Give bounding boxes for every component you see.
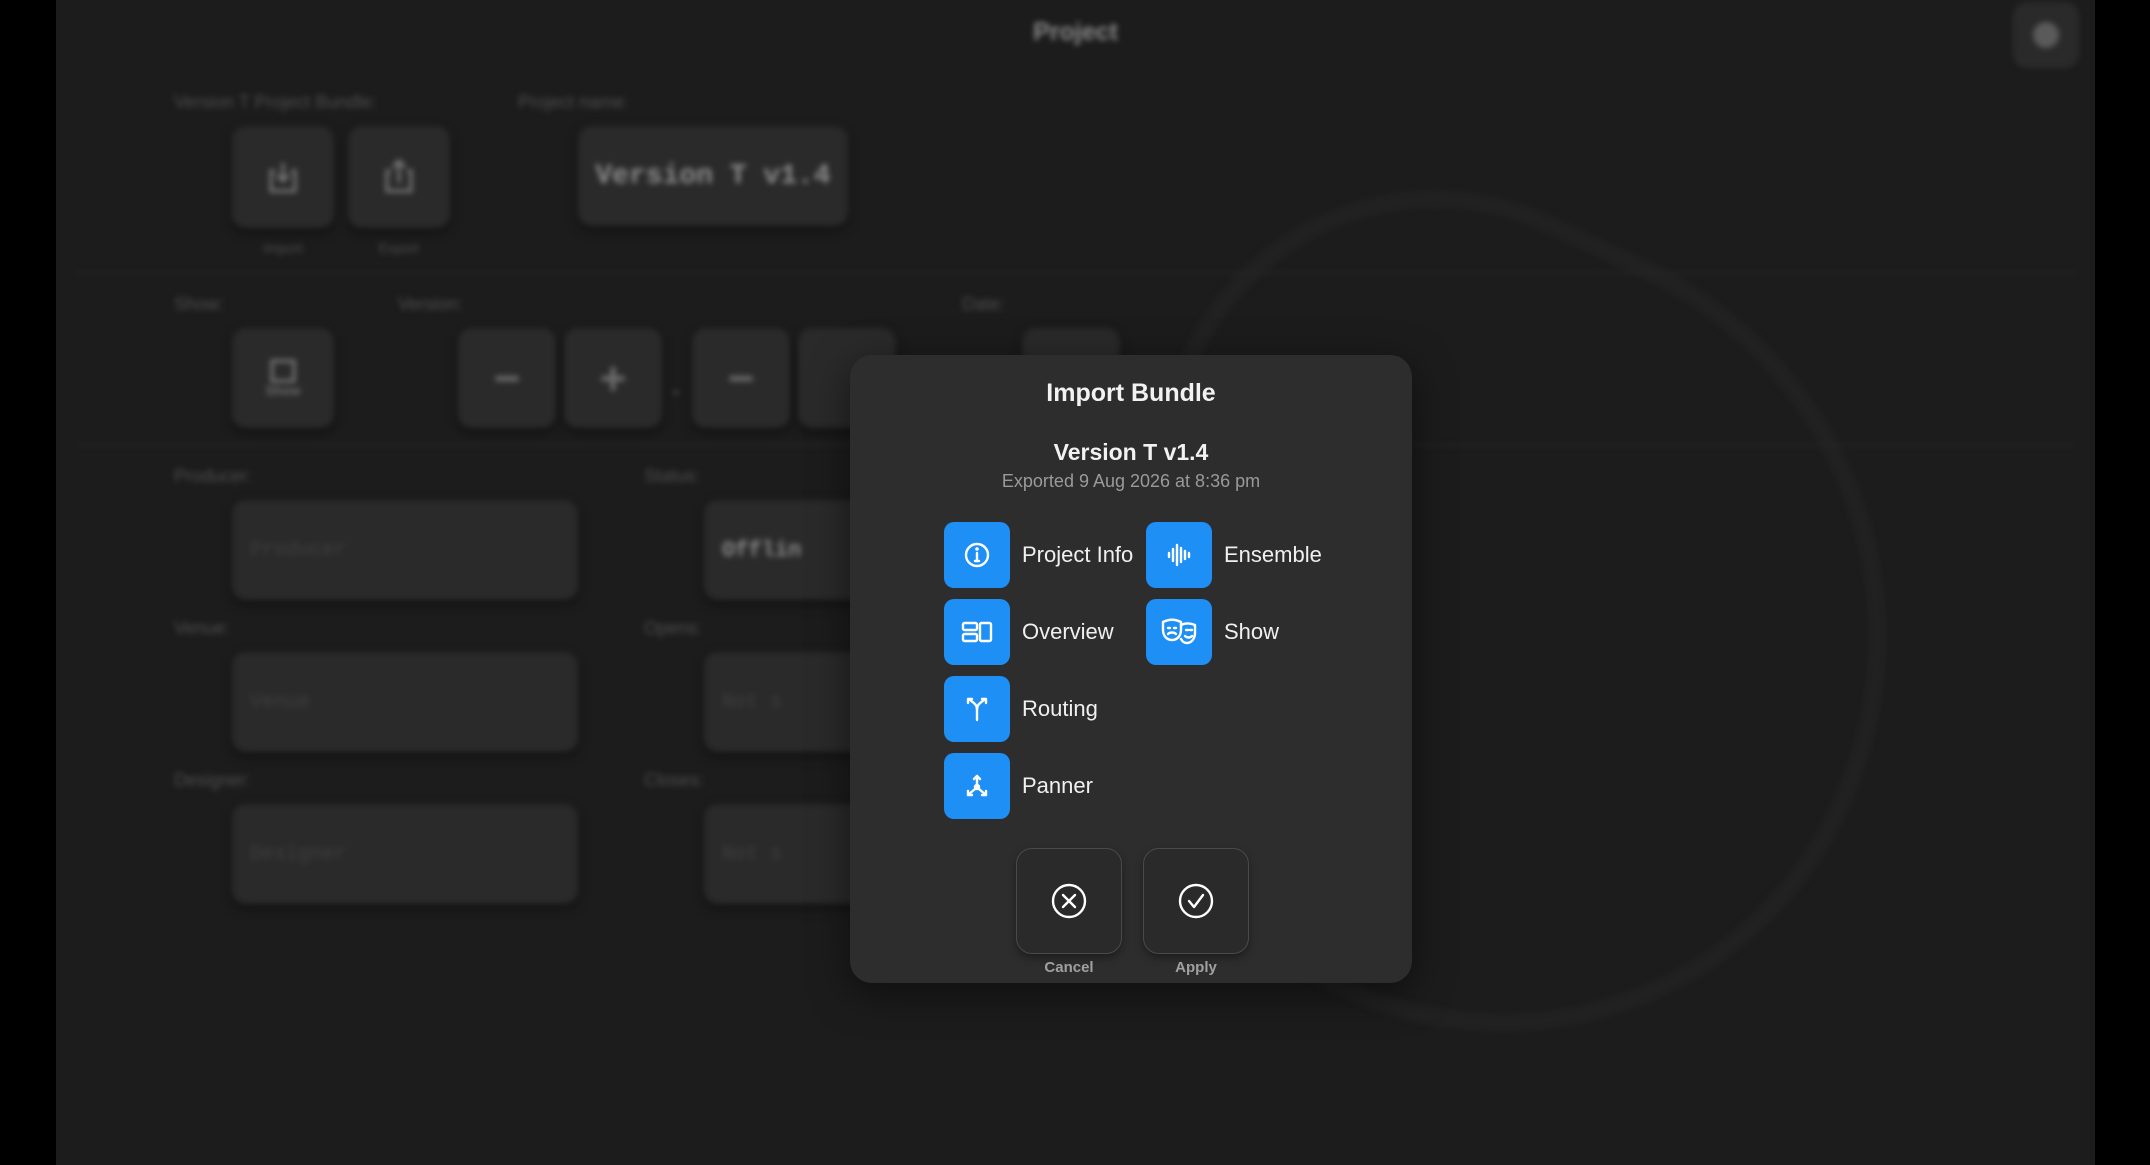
option-show[interactable]: Show: [1146, 599, 1279, 665]
version-separator: .: [672, 368, 681, 401]
app-window: Project Version T Project Bundle: Import…: [56, 0, 2095, 1165]
export-label: Export: [378, 240, 420, 256]
version-major-minus-button[interactable]: −: [458, 328, 556, 428]
status-label: Status:: [644, 466, 701, 486]
status-value: Offlin: [722, 537, 802, 563]
option-label: Ensemble: [1224, 542, 1322, 567]
venue-placeholder: Venue: [250, 690, 311, 714]
project-name-label: Project name:: [518, 92, 630, 112]
version-minor-minus-button[interactable]: −: [692, 328, 790, 428]
dialog-title: Import Bundle: [1046, 379, 1216, 407]
routing-icon: [944, 676, 1010, 742]
version-major-plus-button[interactable]: +: [564, 328, 662, 428]
import-bundle-button[interactable]: [232, 126, 334, 228]
export-bundle-button[interactable]: [348, 126, 450, 228]
version-label: Version:: [398, 294, 464, 314]
waveform-icon: [1146, 522, 1212, 588]
import-label: Import: [263, 240, 303, 256]
theater-masks-icon: [1146, 599, 1212, 665]
settings-button[interactable]: [2013, 2, 2079, 68]
import-bundle-dialog: Import Bundle Version T v1.4 Exported 9 …: [850, 355, 1412, 983]
apply-button[interactable]: [1143, 848, 1249, 954]
option-label: Panner: [1022, 773, 1093, 798]
show-button[interactable]: Show: [232, 328, 334, 428]
option-project-info[interactable]: Project Info: [944, 522, 1133, 588]
import-icon: [269, 163, 297, 193]
producer-placeholder: Producer: [250, 538, 347, 562]
date-label: Date:: [962, 294, 1006, 314]
option-label: Show: [1224, 619, 1280, 644]
show-label: Show:: [174, 294, 225, 314]
minus-icon: −: [727, 352, 755, 404]
option-label: Project Info: [1022, 542, 1134, 567]
venue-field[interactable]: Venue: [232, 652, 578, 752]
show-button-label: Show: [265, 382, 301, 398]
cancel-icon: [1051, 883, 1087, 919]
designer-label: Designer:: [174, 770, 252, 790]
apply-label: Apply: [1175, 959, 1217, 976]
option-label: Overview: [1022, 619, 1114, 644]
bundle-name: Version T v1.4: [1053, 439, 1209, 465]
project-name-value: Version T v1.4: [595, 160, 831, 192]
cancel-label: Cancel: [1044, 959, 1094, 976]
checkmark-icon: [1178, 883, 1214, 919]
overview-icon: [944, 599, 1010, 665]
closes-value: Not s: [722, 842, 783, 866]
option-panner[interactable]: Panner: [944, 753, 1093, 819]
info-icon: [944, 522, 1010, 588]
venue-label: Venue:: [174, 618, 231, 638]
option-routing[interactable]: Routing: [944, 676, 1098, 742]
divider: [76, 272, 2076, 274]
gear-icon: [2033, 22, 2059, 48]
list-icon: [270, 359, 296, 382]
closes-label: Closes:: [644, 770, 705, 790]
minus-icon: −: [493, 352, 521, 404]
opens-label: Opens:: [644, 618, 703, 638]
opens-value: Not s: [722, 690, 783, 714]
designer-placeholder: Designer: [250, 842, 347, 866]
project-name-field[interactable]: Version T v1.4: [578, 126, 848, 226]
option-overview[interactable]: Overview: [944, 599, 1114, 665]
bundle-export-date: Exported 9 Aug 2026 at 8:36 pm: [1001, 471, 1261, 491]
producer-field[interactable]: Producer: [232, 500, 578, 600]
panner-icon: [944, 753, 1010, 819]
share-icon: [385, 158, 413, 193]
producer-label: Producer:: [174, 466, 253, 486]
option-ensemble[interactable]: Ensemble: [1146, 522, 1322, 588]
option-label: Routing: [1022, 696, 1098, 721]
designer-field[interactable]: Designer: [232, 804, 578, 904]
cancel-button[interactable]: [1016, 848, 1122, 954]
plus-icon: +: [599, 352, 627, 404]
page-title: Project: [1033, 18, 1118, 46]
bundle-label: Version T Project Bundle:: [174, 92, 377, 112]
